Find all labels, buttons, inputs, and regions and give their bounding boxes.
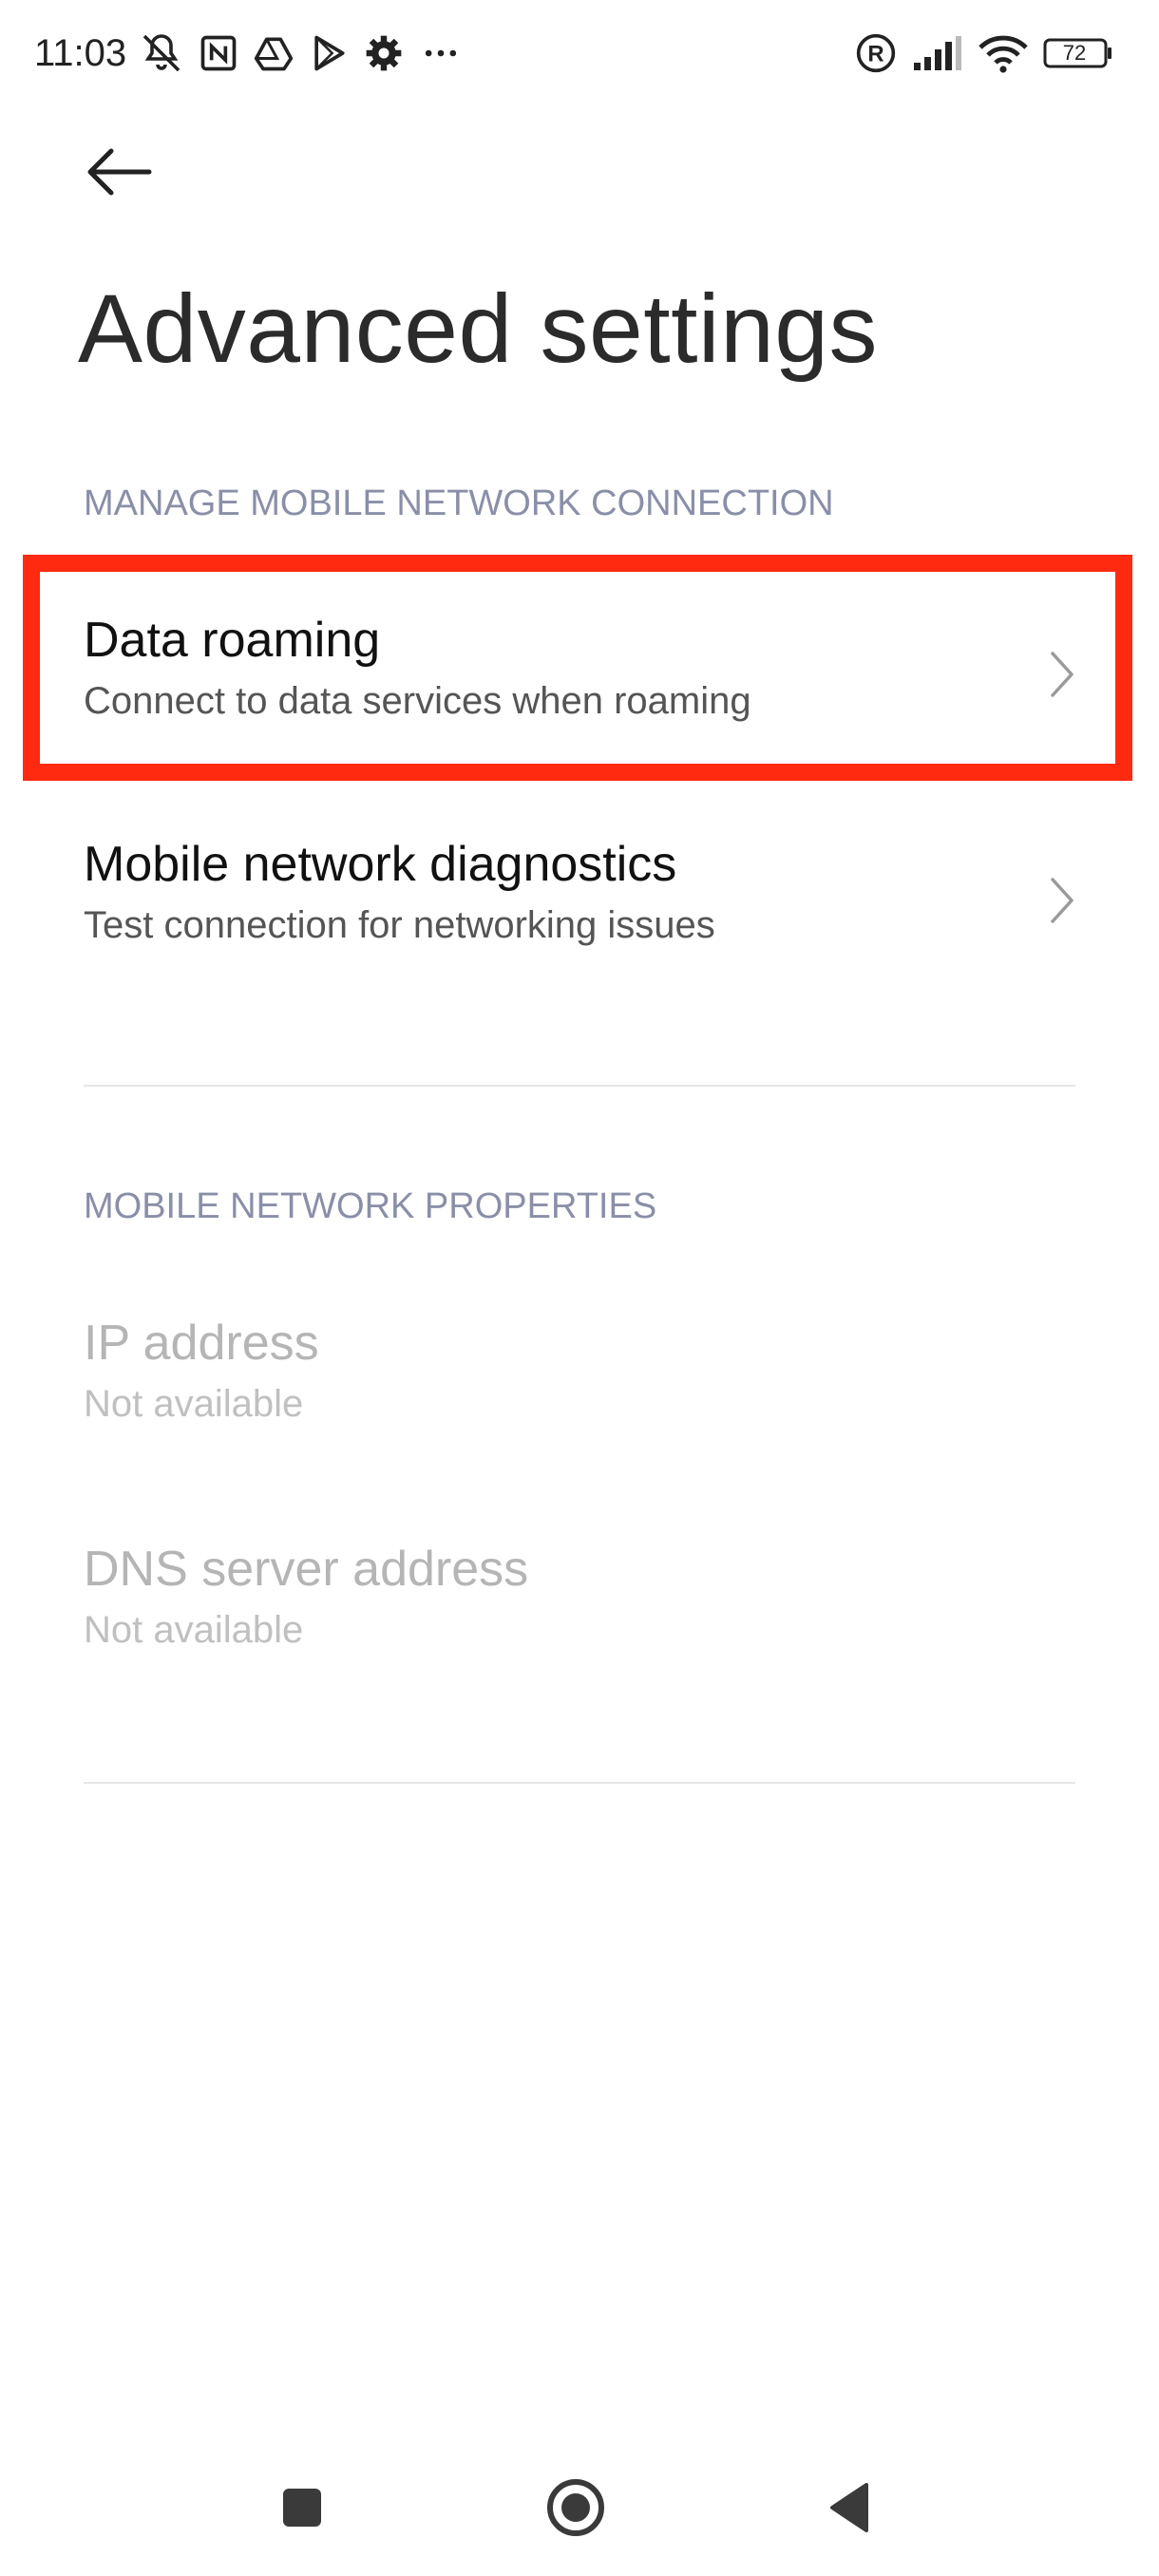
item-title: DNS server address xyxy=(84,1542,529,1597)
highlight-box xyxy=(23,555,1132,781)
arrow-left-icon xyxy=(87,148,152,196)
chevron-right-icon xyxy=(1051,878,1074,923)
home-button[interactable] xyxy=(538,2470,614,2546)
notification-icons xyxy=(139,28,464,78)
item-subtitle: Test connection for networking issues xyxy=(84,904,715,946)
status-time: 11:03 xyxy=(34,32,127,74)
home-circle-icon xyxy=(547,2479,604,2536)
item-subtitle: Not available xyxy=(84,1609,304,1651)
settings-gear-icon xyxy=(366,35,402,71)
section-header-properties: MOBILE NETWORK PROPERTIES xyxy=(84,1186,657,1226)
list-item-ip-address: IP address Not available xyxy=(0,1273,1159,1463)
registered-roaming-icon: R xyxy=(856,33,896,73)
divider xyxy=(84,1782,1075,1784)
recents-square-icon xyxy=(283,2489,321,2527)
svg-text:R: R xyxy=(867,41,884,66)
item-title: Mobile network diagnostics xyxy=(84,837,677,892)
item-title: IP address xyxy=(84,1316,319,1371)
mute-icon xyxy=(142,34,180,72)
system-status-icons: R 72 xyxy=(855,28,1113,78)
more-dots-icon xyxy=(425,49,457,57)
nfc-icon xyxy=(200,35,237,71)
wifi-icon xyxy=(978,35,1028,73)
navigation-bar xyxy=(0,2451,1159,2565)
back-button[interactable] xyxy=(78,131,160,213)
battery-icon: 72 xyxy=(1043,38,1113,68)
item-subtitle: Not available xyxy=(84,1383,304,1425)
list-item-dns-server-address: DNS server address Not available xyxy=(0,1499,1159,1689)
divider xyxy=(84,1085,1075,1087)
play-store-icon xyxy=(314,35,345,71)
back-nav-button[interactable] xyxy=(811,2470,887,2546)
battery-level: 72 xyxy=(1062,41,1087,65)
recents-button[interactable] xyxy=(264,2470,340,2546)
page-title: Advanced settings xyxy=(78,275,879,383)
status-bar: 11:03 R 72 xyxy=(0,0,1159,104)
signal-icon xyxy=(914,36,961,70)
drive-icon xyxy=(254,37,294,71)
section-header-manage: MANAGE MOBILE NETWORK CONNECTION xyxy=(84,483,834,523)
back-triangle-icon xyxy=(830,2483,868,2532)
list-item-mobile-network-diagnostics[interactable]: Mobile network diagnostics Test connecti… xyxy=(0,798,1159,1007)
